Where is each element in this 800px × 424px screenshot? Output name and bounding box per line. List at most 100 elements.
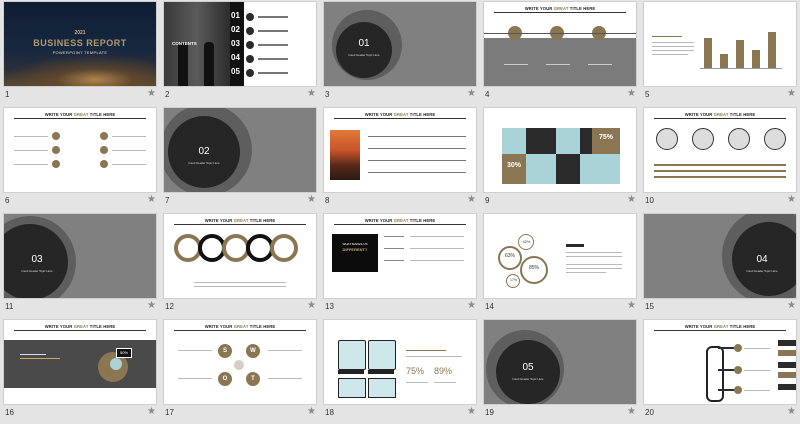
slide-3[interactable]: 01 Insert Header Topic Here 3 ★ [324,2,476,106]
star-icon[interactable]: ★ [467,194,476,205]
slide-16-thumbnail[interactable]: WRITE YOUR GREAT TITLE HERE 50% [4,320,156,404]
slide-number: 6 [5,196,10,205]
slide-number: 12 [165,302,174,311]
slide-10[interactable]: WRITE YOUR GREAT TITLE HERE 10 ★ [644,108,796,212]
slide-19-thumbnail[interactable]: 05 Insert Header Topic Here [484,320,636,404]
slide-number: 2 [165,90,170,99]
slide-number: 8 [325,196,330,205]
section-number: 03 [31,254,43,265]
cover-title: BUSINESS REPORT [33,38,127,48]
star-icon[interactable]: ★ [787,88,796,99]
slide-20[interactable]: WRITE YOUR GREAT TITLE HERE 20 ★ [644,320,796,424]
contents-label: CONTENTS [172,41,197,46]
slide-number: 13 [325,302,334,311]
star-icon[interactable]: ★ [787,406,796,417]
slide-7-thumbnail[interactable]: 02 Insert Header Topic Here [164,108,316,192]
section-number: 01 [358,38,370,49]
slide-13[interactable]: WRITE YOUR GREAT TITLE HERE WHAT MAKES U… [324,214,476,318]
star-icon[interactable]: ★ [307,88,316,99]
slide-20-thumbnail[interactable]: WRITE YOUR GREAT TITLE HERE [644,320,796,404]
star-icon[interactable]: ★ [307,406,316,417]
slide-9[interactable]: 75% 30% 9 ★ [484,108,636,212]
star-icon[interactable]: ★ [307,194,316,205]
slide-number: 14 [485,302,494,311]
slide-2[interactable]: CONTENTS 01 02 03 04 05 2 ★ [164,2,316,106]
slide-4[interactable]: WRITE YOUR GREAT TITLE HERE 4 ★ [484,2,636,106]
section-number: 05 [522,362,534,373]
slide-9-thumbnail[interactable]: 75% 30% [484,108,636,192]
slide-1[interactable]: 2021 BUSINESS REPORT POWERPOINT TEMPLATE… [4,2,156,106]
star-icon[interactable]: ★ [627,88,636,99]
slide-title: WRITE YOUR GREAT TITLE HERE [44,112,116,117]
slide-3-thumbnail[interactable]: 01 Insert Header Topic Here [324,2,476,86]
slide-6-thumbnail[interactable]: WRITE YOUR GREAT TITLE HERE [4,108,156,192]
star-icon[interactable]: ★ [147,300,156,311]
slide-number: 4 [485,90,490,99]
star-icon[interactable]: ★ [147,88,156,99]
slide-17[interactable]: WRITE YOUR GREAT TITLE HERE S W O T 17 ★ [164,320,316,424]
slide-11-thumbnail[interactable]: 03 Insert Header Topic Here [4,214,156,298]
section-caption: Insert Header Topic Here [512,377,544,381]
slide-10-thumbnail[interactable]: WRITE YOUR GREAT TITLE HERE [644,108,796,192]
slide-16[interactable]: WRITE YOUR GREAT TITLE HERE 50% 16 ★ [4,320,156,424]
slide-8-thumbnail[interactable]: WRITE YOUR GREAT TITLE HERE [324,108,476,192]
slide-5[interactable]: 5 ★ [644,2,796,106]
slide-6[interactable]: WRITE YOUR GREAT TITLE HERE 6 ★ [4,108,156,212]
slide-11[interactable]: 03 Insert Header Topic Here 11 ★ [4,214,156,318]
slide-title: WRITE YOUR GREAT TITLE HERE [524,6,596,11]
swot-t: T [246,372,260,386]
star-icon[interactable]: ★ [627,300,636,311]
dark-band [4,340,156,388]
sunset-photo [330,130,360,180]
slide-number: 11 [5,302,14,311]
slide-number: 7 [165,196,170,205]
slide-5-thumbnail[interactable] [644,2,796,86]
slide-12-thumbnail[interactable]: WRITE YOUR GREAT TITLE HERE [164,214,316,298]
star-icon[interactable]: ★ [627,406,636,417]
swot-o: O [218,372,232,386]
star-icon[interactable]: ★ [467,300,476,311]
slide-title: WRITE YOUR GREAT TITLE HERE [684,324,756,329]
slide-8[interactable]: WRITE YOUR GREAT TITLE HERE 8 ★ [324,108,476,212]
swot-w: W [246,344,260,358]
slide-7[interactable]: 02 Insert Header Topic Here 7 ★ [164,108,316,212]
star-icon[interactable]: ★ [467,88,476,99]
section-caption: Insert Header Topic Here [348,53,380,57]
star-icon[interactable]: ★ [627,194,636,205]
slide-title: WRITE YOUR GREAT TITLE HERE [44,324,116,329]
swot-s: S [218,344,232,358]
cover-subtitle: POWERPOINT TEMPLATE [52,50,108,55]
slide-17-thumbnail[interactable]: WRITE YOUR GREAT TITLE HERE S W O T [164,320,316,404]
slide-4-thumbnail[interactable]: WRITE YOUR GREAT TITLE HERE [484,2,636,86]
slide-number: 17 [165,408,174,417]
star-icon[interactable]: ★ [307,300,316,311]
slide-number: 5 [645,90,650,99]
slide-1-thumbnail[interactable]: 2021 BUSINESS REPORT POWERPOINT TEMPLATE [4,2,156,86]
slide-number: 1 [5,90,10,99]
star-icon[interactable]: ★ [467,406,476,417]
section-caption: Insert Header Topic Here [188,161,220,165]
slide-15[interactable]: 04 Insert Header Topic Here 15 ★ [644,214,796,318]
slide-15-thumbnail[interactable]: 04 Insert Header Topic Here [644,214,796,298]
star-icon[interactable]: ★ [787,194,796,205]
slide-number: 19 [485,408,494,417]
star-icon[interactable]: ★ [787,300,796,311]
number-column: 01 02 03 04 05 [230,2,244,86]
slide-18[interactable]: 75% 89% 18 ★ [324,320,476,424]
slide-number: 3 [325,90,330,99]
star-icon[interactable]: ★ [147,406,156,417]
star-icon[interactable]: ★ [147,194,156,205]
slide-13-thumbnail[interactable]: WRITE YOUR GREAT TITLE HERE WHAT MAKES U… [324,214,476,298]
slide-19[interactable]: 05 Insert Header Topic Here 19 ★ [484,320,636,424]
slide-number: 18 [325,408,334,417]
slide-18-thumbnail[interactable]: 75% 89% [324,320,476,404]
slide-14-thumbnail[interactable]: 42% 63% 85% 17% [484,214,636,298]
percent-badge: 50% [116,348,132,358]
slide-title: WRITE YOUR GREAT TITLE HERE [364,218,436,223]
section-number: 04 [756,254,768,265]
slide-12[interactable]: WRITE YOUR GREAT TITLE HERE 12 ★ [164,214,316,318]
slide-number: 10 [645,196,654,205]
stat-75: 75% [406,366,425,376]
slide-14[interactable]: 42% 63% 85% 17% 14 ★ [484,214,636,318]
slide-2-thumbnail[interactable]: CONTENTS 01 02 03 04 05 [164,2,316,86]
